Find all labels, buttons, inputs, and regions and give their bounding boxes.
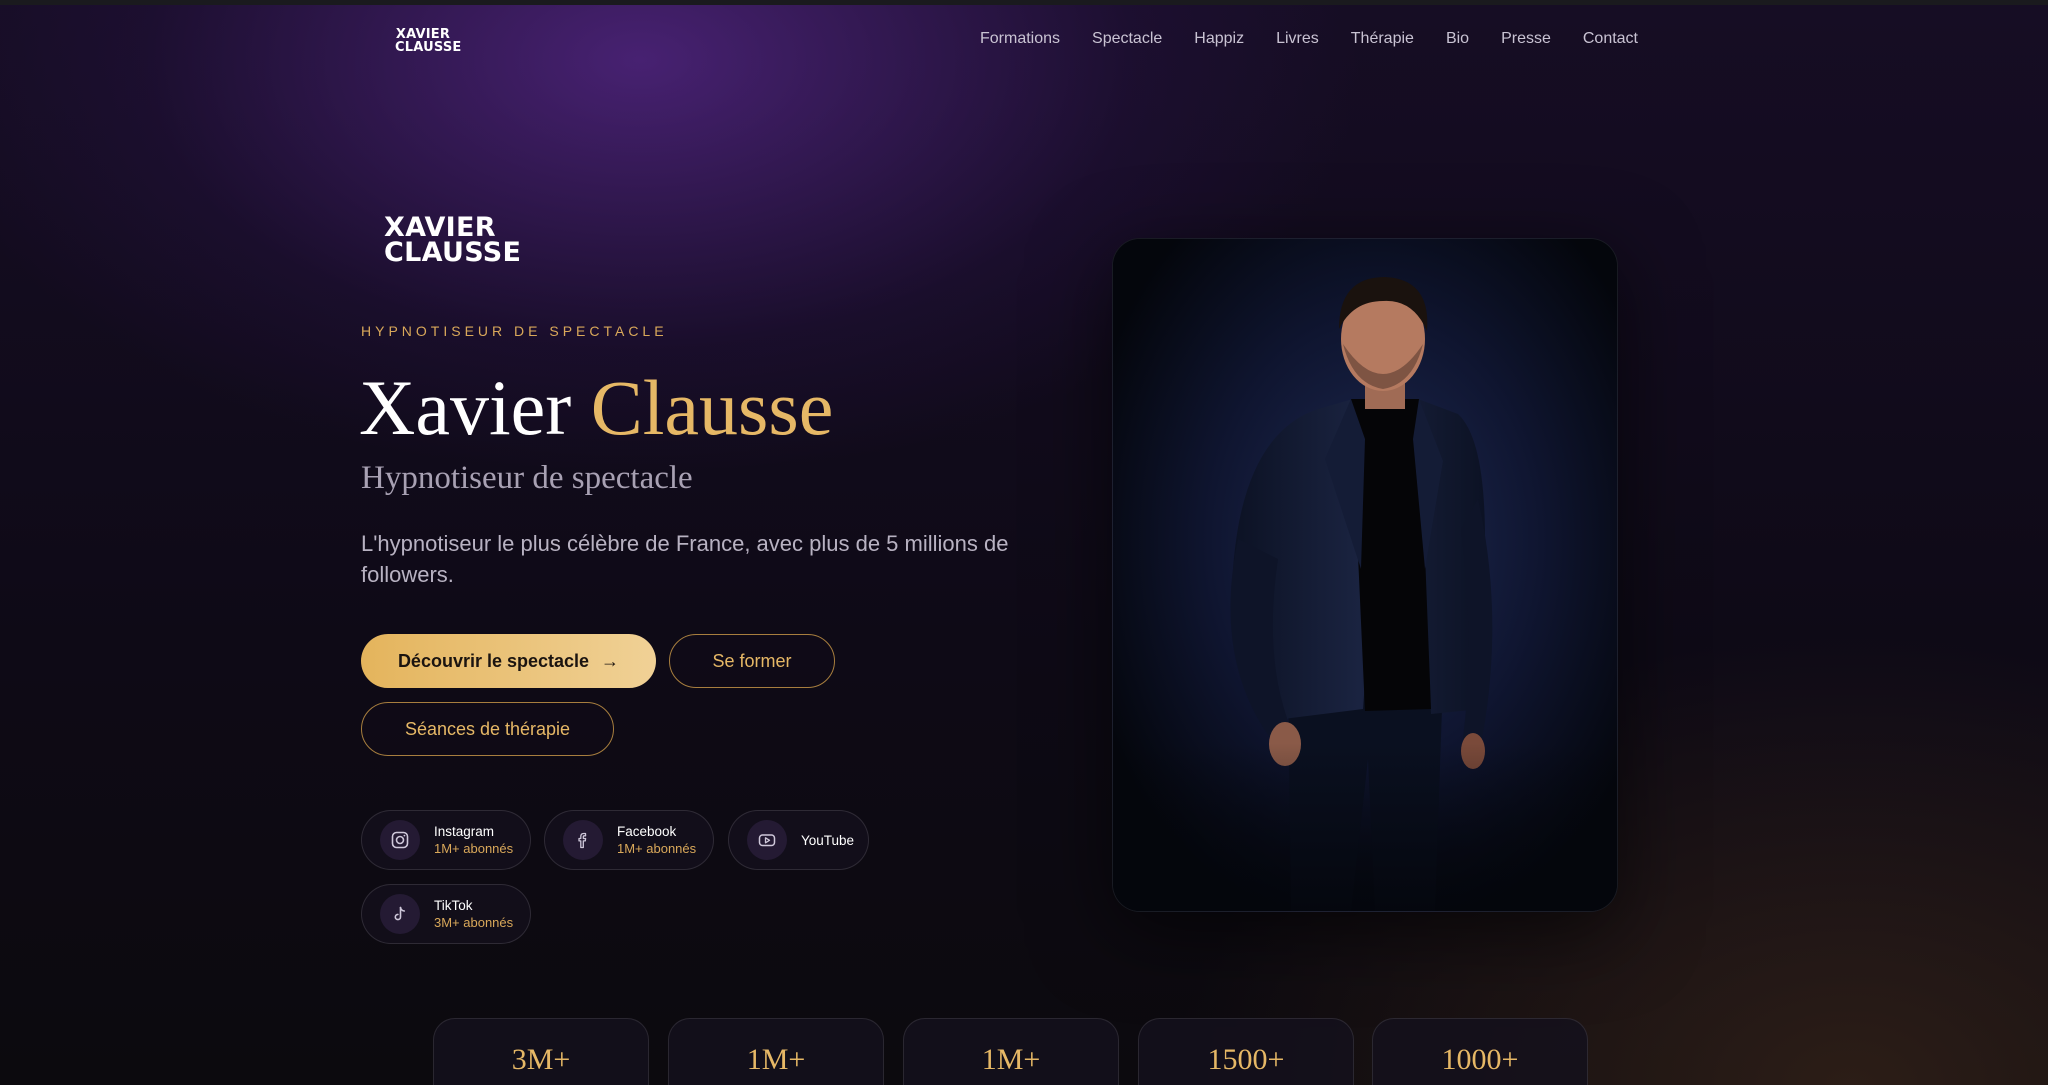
stat-card: 1M+ — [668, 1018, 884, 1085]
top-border — [0, 0, 2048, 5]
stat-card: 1M+ — [903, 1018, 1119, 1085]
hero-subtitle: Hypnotiseur de spectacle — [361, 460, 693, 496]
social-name: Instagram — [434, 824, 495, 839]
stat-card: 3M+ — [433, 1018, 649, 1085]
tiktok-icon — [380, 894, 420, 934]
hero-first-name: Xavier — [359, 364, 572, 451]
nav-link-spectacle[interactable]: Spectacle — [1092, 30, 1162, 48]
social-tiktok[interactable]: TikTok 3M+ abonnés — [361, 884, 531, 944]
nav-logo-line2: CLAUSSE — [395, 40, 462, 55]
social-name: Facebook — [617, 824, 677, 839]
page: XAVIER CLAUSSE Formations Spectacle Happ… — [0, 0, 2048, 1085]
portrait-illustration — [1113, 239, 1617, 911]
train-button[interactable]: Se former — [669, 634, 835, 688]
nav-link-contact[interactable]: Contact — [1583, 30, 1638, 48]
social-facebook[interactable]: Facebook 1M+ abonnés — [544, 810, 714, 870]
hero-logo: XAVIER CLAUSSE — [384, 214, 522, 268]
social-followers: 1M+ abonnés — [434, 841, 514, 856]
social-followers: 1M+ abonnés — [617, 841, 697, 856]
arrow-right-icon: → — [601, 650, 620, 671]
therapy-button[interactable]: Séances de thérapie — [361, 702, 614, 756]
therapy-label: Séances de thérapie — [404, 718, 571, 739]
stat-card: 1000+ — [1372, 1018, 1588, 1085]
social-name: YouTube — [801, 832, 855, 848]
stat-card: 1500+ — [1138, 1018, 1354, 1085]
hero-last-name: Clausse — [590, 364, 834, 451]
stat-value: 1000+ — [1441, 1043, 1519, 1076]
portrait-photo — [1112, 238, 1618, 912]
nav-link-therapie[interactable]: Thérapie — [1351, 30, 1414, 48]
train-label: Se former — [712, 650, 792, 671]
hero-description: L'hypnotiseur le plus célèbre de France,… — [361, 531, 1009, 587]
stat-value: 1500+ — [1207, 1043, 1285, 1076]
youtube-icon — [747, 820, 787, 860]
stat-value: 1M+ — [981, 1043, 1041, 1076]
stat-value: 3M+ — [511, 1043, 571, 1076]
social-followers: 3M+ abonnés — [434, 915, 514, 930]
nav-link-bio[interactable]: Bio — [1446, 30, 1469, 48]
instagram-icon — [380, 820, 420, 860]
social-name: TikTok — [434, 898, 473, 913]
social-instagram[interactable]: Instagram 1M+ abonnés — [361, 810, 531, 870]
main-nav: Formations Spectacle Happiz Livres Théra… — [980, 30, 1638, 48]
discover-show-button[interactable]: Découvrir le spectacle → — [361, 634, 656, 688]
hero-title: Xavier Clausse — [359, 358, 833, 458]
facebook-icon — [563, 820, 603, 860]
nav-link-livres[interactable]: Livres — [1276, 30, 1319, 48]
stat-value: 1M+ — [746, 1043, 806, 1076]
social-youtube[interactable]: YouTube — [728, 810, 869, 870]
discover-show-label: Découvrir le spectacle — [397, 650, 590, 671]
nav-link-formations[interactable]: Formations — [980, 30, 1060, 48]
nav-link-presse[interactable]: Presse — [1501, 30, 1551, 48]
hero-eyebrow: HYPNOTISEUR DE SPECTACLE — [361, 323, 668, 339]
nav-logo[interactable]: XAVIER CLAUSSE — [395, 28, 462, 55]
nav-link-happiz[interactable]: Happiz — [1194, 30, 1244, 48]
hero-logo-line2: CLAUSSE — [384, 237, 522, 268]
